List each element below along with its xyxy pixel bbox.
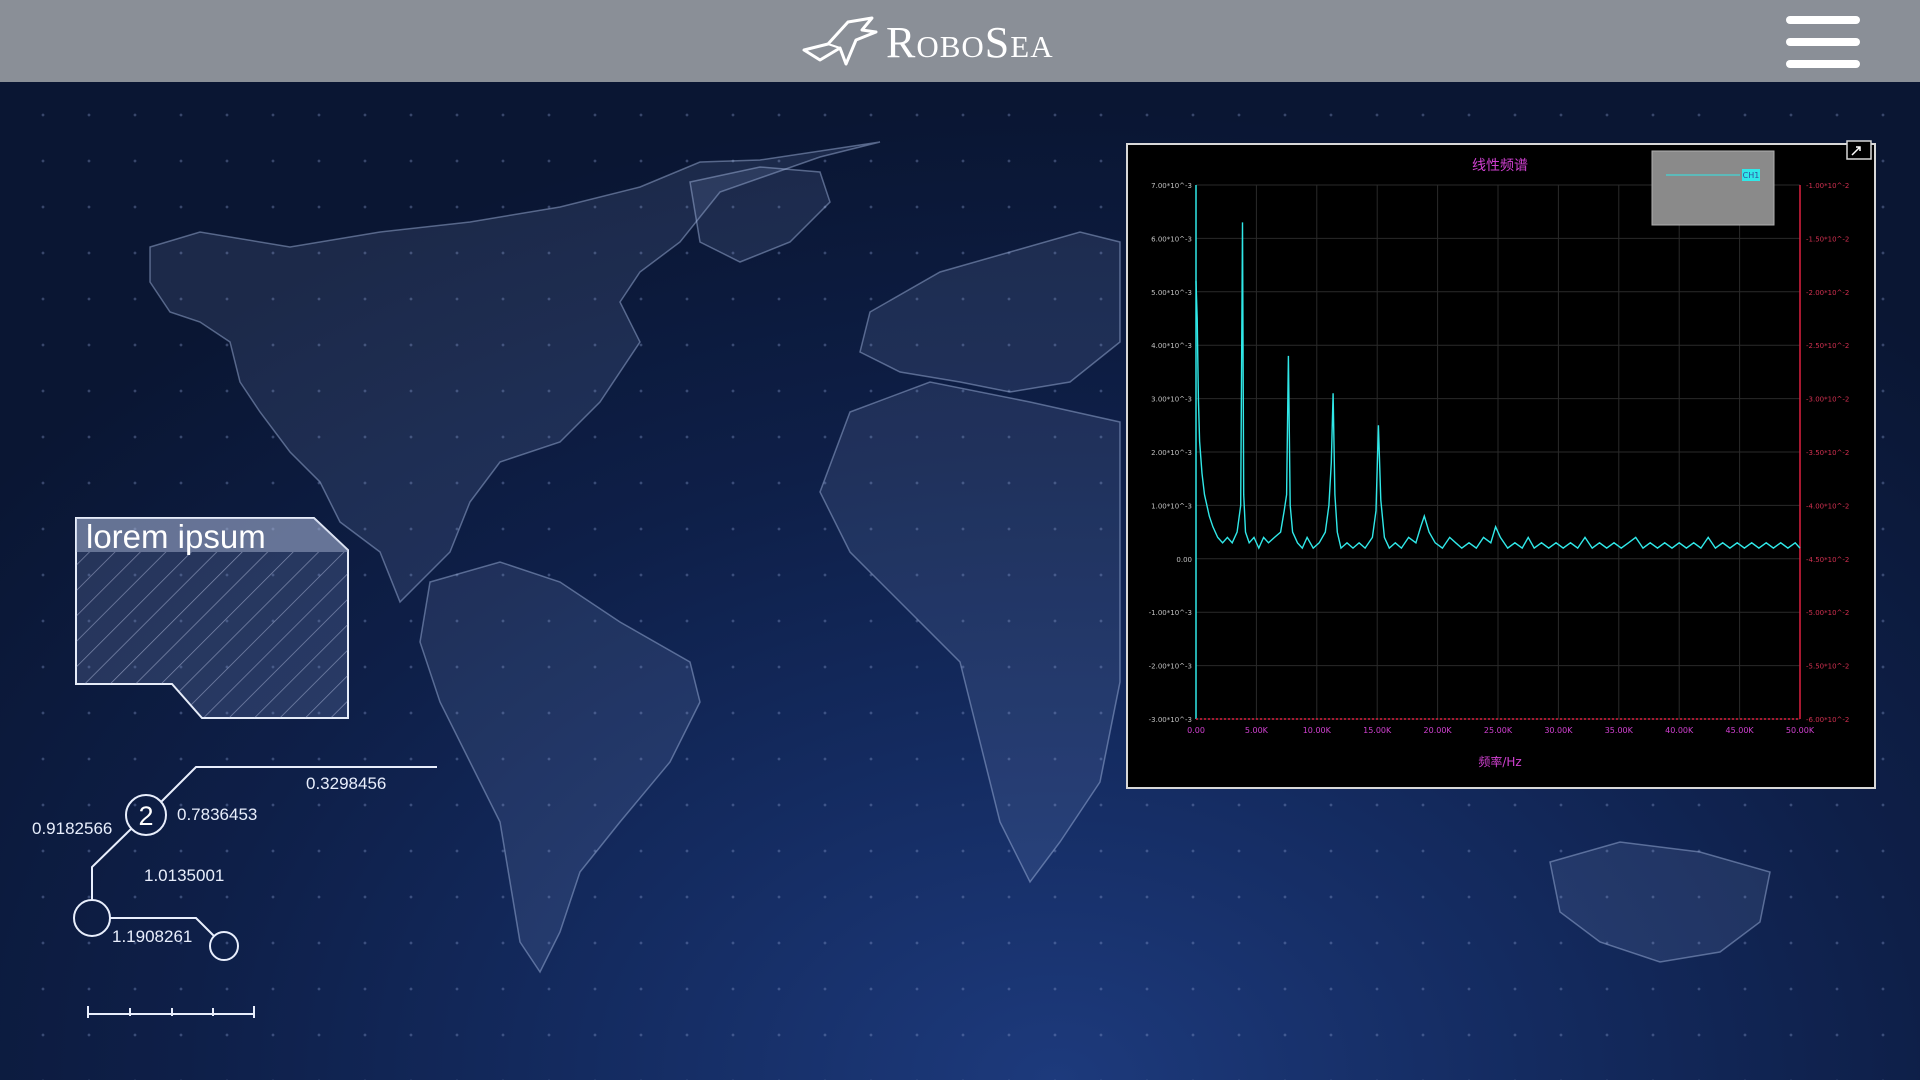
chart-title: 线性频谱 <box>1472 158 1528 174</box>
chart-y-tick-label-left: 6.00*10^-3 <box>1151 235 1192 243</box>
chart-y-tick-label-right: -1.00*10^-2 <box>1806 182 1849 190</box>
robosea-logo[interactable]: RoboSea <box>800 12 1054 72</box>
chart-y-tick-label-left: 0.00 <box>1176 556 1192 564</box>
top-header: RoboSea <box>0 0 1920 82</box>
chart-y-tick-label-left: -1.00*10^-3 <box>1149 609 1192 617</box>
brand-name: RoboSea <box>886 17 1054 67</box>
node-network <box>73 766 437 961</box>
chart-x-tick-label: 15.00K <box>1363 726 1392 735</box>
chart-y-tick-label-left: 3.00*10^-3 <box>1151 396 1192 404</box>
chart-y-tick-label-left: -3.00*10^-3 <box>1149 716 1192 724</box>
network-value-3: 0.7836453 <box>177 805 258 824</box>
chart-y-tick-label-left: -2.00*10^-3 <box>1149 663 1192 671</box>
map-europe <box>859 231 1121 393</box>
chart-y-tick-label-left: 2.00*10^-3 <box>1151 449 1192 457</box>
chart-x-tick-label: 20.00K <box>1424 726 1453 735</box>
chart-y-tick-label-right: -4.50*10^-2 <box>1806 556 1849 564</box>
network-value-4: 1.0135001 <box>144 866 225 885</box>
chart-x-tick-label: 45.00K <box>1726 726 1755 735</box>
scale-bar <box>87 1006 255 1018</box>
spectrum-chart-panel: 线性频谱 频率/Hz 0.00 5.00K 10.00K 15.00K 20.00K 25… <box>1126 143 1876 789</box>
chart-y-tick-label-left: 5.00*10^-3 <box>1151 289 1192 297</box>
chart-y-tick-label-left: 1.00*10^-3 <box>1151 502 1192 510</box>
chart-y-tick-label-left: 4.00*10^-3 <box>1151 342 1192 350</box>
chart-x-tick-label: 30.00K <box>1544 726 1573 735</box>
chart-x-tick-label: 50.00K <box>1786 726 1815 735</box>
chart-x-tick-label: 0.00 <box>1187 726 1205 735</box>
robosea-fish-icon <box>802 16 878 66</box>
spectrum-chart: 线性频谱 频率/Hz 0.00 5.00K 10.00K 15.00K 20.00K 25… <box>1149 150 1849 769</box>
expand-corner-icon[interactable] <box>1846 140 1872 160</box>
chart-y-tick-label-right: -3.00*10^-2 <box>1806 396 1849 404</box>
network-node-label: 2 <box>138 801 154 831</box>
chart-x-tick-label: 10.00K <box>1303 726 1332 735</box>
network-value-2: 0.9182566 <box>32 819 113 838</box>
network-value-1: 0.3298456 <box>306 774 387 793</box>
chart-y-tick-label-right: -5.00*10^-2 <box>1806 609 1849 617</box>
network-value-5: 1.1908261 <box>112 927 193 946</box>
chart-x-tick-label: 25.00K <box>1484 726 1513 735</box>
legend-entry-ch1: CH1 <box>1743 171 1760 180</box>
hamburger-menu-icon[interactable] <box>1786 16 1860 68</box>
chart-y-tick-label-right: -6.00*10^-2 <box>1806 716 1849 724</box>
chart-y-tick-label-left: 7.00*10^-3 <box>1151 182 1192 190</box>
chart-x-tick-label: 5.00K <box>1245 726 1269 735</box>
map-greenland <box>689 166 831 263</box>
map-australia <box>1549 841 1771 963</box>
chart-y-tick-label-right: -5.50*10^-2 <box>1806 663 1849 671</box>
chart-x-tick-label: 40.00K <box>1665 726 1694 735</box>
chart-y-tick-label-right: -3.50*10^-2 <box>1806 449 1849 457</box>
map-africa <box>819 381 1121 884</box>
chart-x-tick-label: 35.00K <box>1605 726 1634 735</box>
chart-y-tick-label-right: -4.00*10^-2 <box>1806 502 1849 510</box>
chart-y-tick-label-right: -2.00*10^-2 <box>1806 289 1849 297</box>
chart-y-tick-label-right: -2.50*10^-2 <box>1806 342 1849 350</box>
chart-xlabel: 频率/Hz <box>1478 754 1521 769</box>
chart-y-tick-label-right: -1.50*10^-2 <box>1806 235 1849 243</box>
chart-legend[interactable]: CH1 <box>1651 150 1775 226</box>
